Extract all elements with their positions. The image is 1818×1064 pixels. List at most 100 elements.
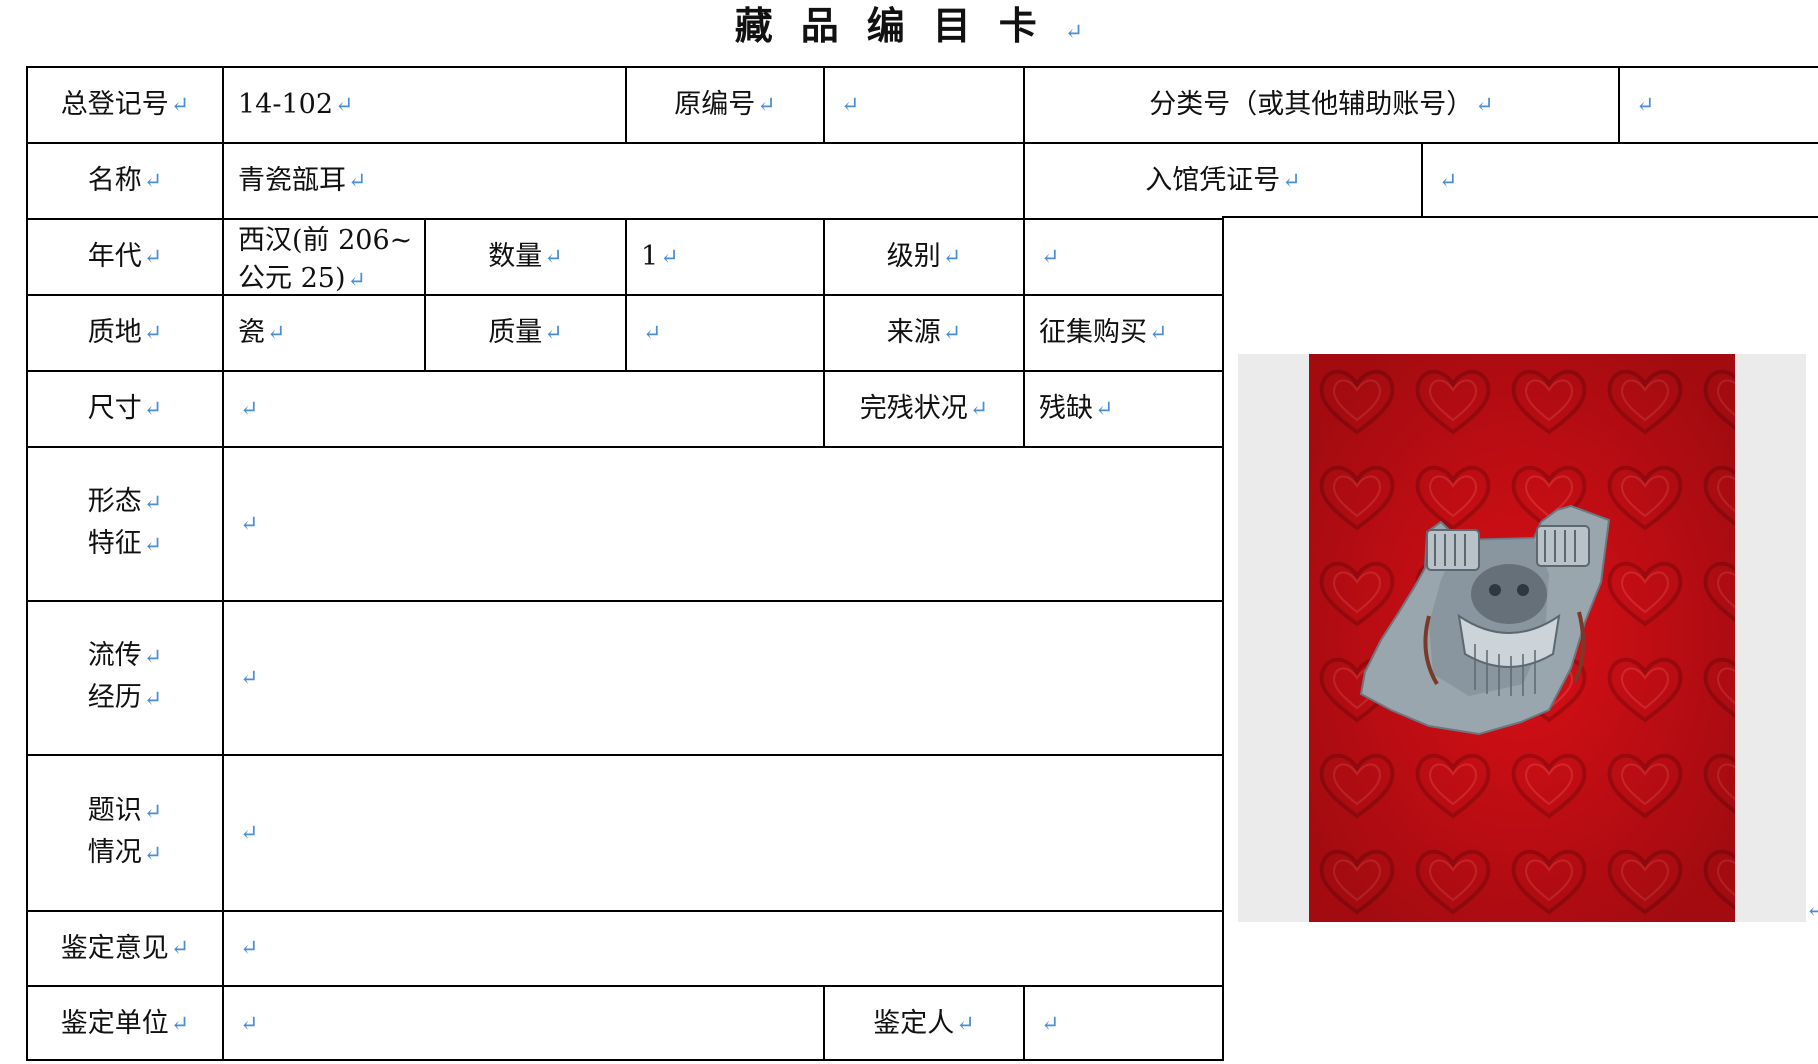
appraiser-label: 鉴定人 [873,1008,955,1039]
paragraph-mark-icon: ↵ [643,320,662,346]
paragraph-mark-icon: ↵ [841,92,860,118]
unit-value-cell[interactable]: ↵ [222,985,823,1061]
era-value-cell[interactable]: 西汉(前 206~ 公元 25)↵ [222,218,424,294]
size-label-cell: 尺寸 ↵ [26,370,222,446]
inscription-label: 题识↵ 情况↵ [88,791,162,875]
history-label-line-2: 经历 [87,682,142,713]
inscription-label-line-1: 题识 [87,795,142,826]
paragraph-mark-icon: ↵ [143,168,163,194]
paragraph-mark-icon: ↵ [143,491,163,516]
paragraph-mark-icon: ↵ [942,244,962,270]
reg-no-value-cell[interactable]: 14-102 ↵ [222,66,625,142]
appraiser-value-cell[interactable]: ↵ [1023,985,1223,1061]
level-label-cell: 级别 ↵ [823,218,1023,294]
form-value-cell[interactable]: ↵ [222,446,1223,600]
class-no-label: 分类号（或其他辅助账号） [1149,89,1474,120]
table-edge-line [1222,216,1818,218]
appraiser-label-cell: 鉴定人 ↵ [823,985,1023,1061]
condition-label: 完残状况 [859,393,968,424]
paragraph-mark-icon: ↵ [1041,1011,1060,1037]
inscription-value-cell[interactable]: ↵ [222,754,1223,910]
artifact-photo [1309,354,1735,922]
history-label-line-1: 流传 [87,640,142,671]
inscription-label-line-2: 情况 [87,837,142,868]
history-label: 流传↵ 经历↵ [88,636,162,720]
source-label: 来源 [886,317,941,348]
paragraph-mark-icon: ↵ [143,800,163,825]
opinion-label: 鉴定意见 [60,932,169,964]
paragraph-mark-icon: ↵ [143,533,163,558]
material-label-cell: 质地 ↵ [26,294,222,370]
size-value-cell[interactable]: ↵ [222,370,823,446]
paragraph-mark-icon: ↵ [240,396,259,422]
era-label-cell: 年代 ↵ [26,218,222,294]
paragraph-mark-icon: ↵ [956,1011,975,1037]
paragraph-mark-icon: ↵ [143,396,163,422]
reg-no-label-cell: 总登记号 ↵ [26,66,222,142]
paragraph-mark-icon: ↵ [143,645,163,670]
material-label: 质地 [87,317,142,348]
material-value-cell[interactable]: 瓷 ↵ [222,294,424,370]
paragraph-mark-icon: ↵ [170,92,190,118]
level-label: 级别 [886,241,941,272]
paragraph-mark-icon: ↵ [942,320,962,346]
paragraph-mark-icon: ↵ [1439,168,1458,194]
entry-value-cell[interactable]: ↵ [1421,142,1818,218]
orig-no-value-cell[interactable]: ↵ [823,66,1023,142]
opinion-value-cell[interactable]: ↵ [222,910,1223,985]
source-value-cell[interactable]: 征集购买 ↵ [1023,294,1223,370]
form-label: 形态↵ 特征↵ [88,482,162,566]
paragraph-mark-icon: ↵ [1041,244,1060,270]
paragraph-mark-icon: ↵ [544,320,563,346]
unit-label-cell: 鉴定单位 ↵ [26,985,222,1061]
paragraph-mark-icon: ↵ [1064,20,1084,45]
condition-value-cell[interactable]: 残缺 ↵ [1023,370,1223,446]
paragraph-mark-icon: ↵ [1806,898,1818,923]
paragraph-mark-icon: ↵ [1636,92,1655,118]
inscription-label-cell: 题识↵ 情况↵ [26,754,222,910]
paragraph-mark-icon: ↵ [240,936,259,961]
unit-label: 鉴定单位 [60,1008,169,1039]
mass-value-cell[interactable]: ↵ [625,294,823,370]
paragraph-mark-icon: ↵ [1095,396,1114,422]
opinion-label-cell: 鉴定意见 ↵ [26,910,222,985]
paragraph-mark-icon: ↵ [969,396,989,422]
condition-value: 残缺 [1039,393,1093,424]
paragraph-mark-icon: ↵ [757,92,776,118]
paragraph-mark-icon: ↵ [240,820,259,846]
paragraph-mark-icon: ↵ [1149,320,1168,346]
artifact-photo-icon [1309,354,1735,922]
orig-no-label-cell: 原编号 ↵ [625,66,823,142]
mass-label: 质量 [488,317,543,348]
card-title: 藏品编目卡↵ [0,0,1818,64]
orig-no-label: 原编号 [674,89,756,120]
qty-value: 1 [641,241,659,272]
entry-label: 入馆凭证号 [1145,165,1281,196]
paragraph-mark-icon: ↵ [660,244,679,270]
size-label: 尺寸 [87,393,142,424]
era-value: 西汉(前 206~ 公元 25)↵ [238,222,412,300]
material-value: 瓷 [238,317,265,348]
level-value-cell[interactable]: ↵ [1023,218,1223,294]
paragraph-mark-icon: ↵ [1475,92,1494,118]
paragraph-mark-icon: ↵ [143,320,163,346]
paragraph-mark-icon: ↵ [240,665,259,691]
name-value-cell[interactable]: 青瓷瓿耳 ↵ [222,142,1023,218]
table-edge-line [26,1059,1224,1061]
class-no-value-cell[interactable]: ↵ [1618,66,1818,142]
paragraph-mark-icon: ↵ [143,842,163,867]
entry-label-cell: 入馆凭证号 ↵ [1023,142,1421,218]
condition-label-cell: 完残状况 ↵ [823,370,1023,446]
qty-value-cell[interactable]: 1 ↵ [625,218,823,294]
form-label-line-1: 形态 [87,486,142,517]
history-value-cell[interactable]: ↵ [222,600,1223,754]
paragraph-mark-icon: ↵ [170,1011,190,1037]
paragraph-mark-icon: ↵ [240,1011,259,1037]
history-label-cell: 流传↵ 经历↵ [26,600,222,754]
source-label-cell: 来源 ↵ [823,294,1023,370]
paragraph-mark-icon: ↵ [170,936,190,961]
class-no-label-cell: 分类号（或其他辅助账号） ↵ [1023,66,1618,142]
paragraph-mark-icon: ↵ [544,244,563,270]
name-value: 青瓷瓿耳 [238,165,346,196]
reg-no-label: 总登记号 [60,89,169,120]
